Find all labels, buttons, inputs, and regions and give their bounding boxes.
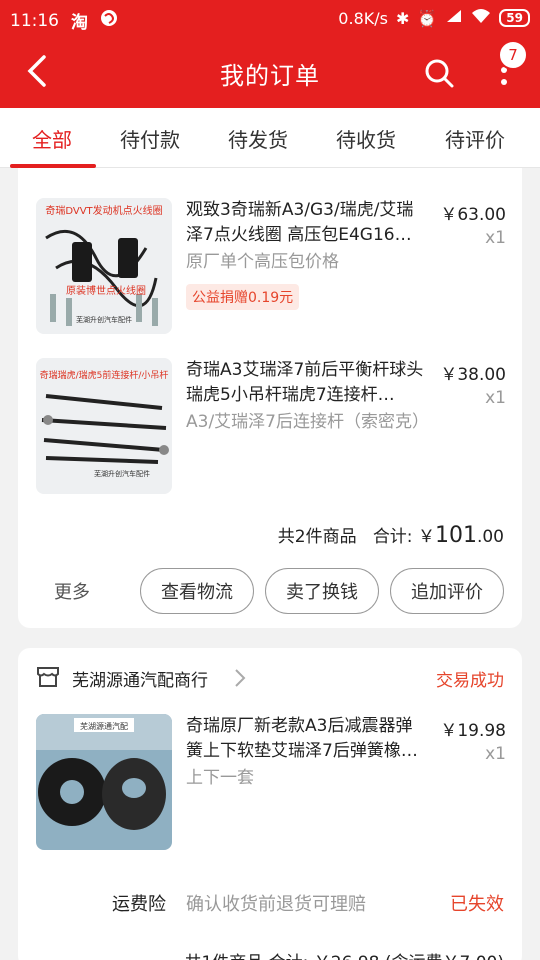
product-spec: 原厂单个高压包价格 — [186, 252, 339, 272]
more-actions-button[interactable]: 更多 — [54, 578, 90, 604]
image-caption: 芜湖源通汽配 — [80, 721, 128, 731]
total-decimal: .00 — [476, 527, 504, 547]
globe-icon — [100, 9, 118, 32]
product-name[interactable]: 奇瑞原厂新老款A3后减震器弹簧上下软垫艾瑞泽7后弹簧橡… — [186, 714, 426, 764]
shop-name[interactable]: 芜湖源通汽配商行 — [72, 666, 208, 691]
chevron-right-icon — [234, 668, 246, 688]
battery-indicator: 59 — [499, 9, 530, 27]
order-card[interactable]: 奇瑞DVVT发动机点火线圈 原装博世点火线圈 芜湖升创汽车配件 观致3奇瑞新A3… — [18, 168, 522, 628]
signal-icon — [445, 8, 463, 28]
product-image[interactable]: 奇瑞DVVT发动机点火线圈 原装博世点火线圈 芜湖升创汽车配件 — [36, 198, 172, 334]
shipping-insurance-desc: 确认收货前退货可理赔 — [186, 894, 366, 915]
product-spec: A3/艾瑞泽7后连接杆（索密克） — [186, 412, 429, 432]
order-tabs: 全部 待付款 待发货 待收货 待评价 — [0, 108, 540, 168]
product-price: ￥38.00 — [440, 365, 506, 385]
shop-icon — [36, 666, 60, 688]
tab-all[interactable]: 全部 — [32, 124, 72, 153]
search-icon[interactable] — [424, 58, 454, 88]
alarm-icon: ⏰ — [417, 8, 438, 28]
product-quantity: x1 — [485, 388, 506, 408]
status-bar: 11:16 淘 0.8K/s ✱ ⏰ 59 — [0, 0, 540, 36]
product-spec: 上下一套 — [186, 768, 254, 788]
image-caption: 芜湖升创汽车配件 — [94, 469, 150, 478]
order-summary: 共1件商品 合计: ￥26.98 (含运费￥7.00) — [184, 948, 504, 960]
tab-pending-review[interactable]: 待评价 — [445, 124, 505, 153]
resell-button[interactable]: 卖了换钱 — [265, 568, 379, 614]
item-count: 共2件商品 — [277, 527, 357, 547]
shipping-insurance-label: 运费险 — [112, 894, 166, 915]
message-badge: 7 — [498, 40, 528, 70]
image-caption: 原装博世点火线圈 — [66, 284, 146, 297]
product-quantity: x1 — [485, 744, 506, 764]
order-status: 交易成功 — [436, 671, 504, 691]
order-card[interactable]: 芜湖源通汽配商行 交易成功 芜湖源通汽配 奇瑞原厂新老款A3后减震器弹簧上下软垫… — [18, 648, 522, 960]
shop-header[interactable]: 芜湖源通汽配商行 交易成功 — [18, 648, 522, 706]
product-price: ￥19.98 — [440, 721, 506, 741]
product-image[interactable]: 奇瑞瑞虎/瑞虎5前连接杆/小吊杆 芜湖升创汽车配件 — [36, 358, 172, 494]
product-name[interactable]: 奇瑞A3艾瑞泽7前后平衡杆球头瑞虎5小吊杆瑞虎7连接杆… — [186, 358, 426, 408]
tab-pending-shipment[interactable]: 待发货 — [228, 124, 288, 153]
total-label: 合计: — [372, 527, 413, 547]
view-logistics-button[interactable]: 查看物流 — [140, 568, 254, 614]
product-name[interactable]: 观致3奇瑞新A3/G3/瑞虎/艾瑞泽7点火线圈 高压包E4G16… — [186, 198, 426, 248]
nav-bar: 我的订单 7 — [0, 36, 540, 108]
bluetooth-icon: ✱ — [395, 8, 410, 28]
image-caption: 奇瑞瑞虎/瑞虎5前连接杆/小吊杆 — [40, 369, 169, 381]
additional-review-button[interactable]: 追加评价 — [390, 568, 504, 614]
image-caption: 奇瑞DVVT发动机点火线圈 — [45, 204, 162, 217]
app-header: 11:16 淘 0.8K/s ✱ ⏰ 59 我的订单 7 — [0, 0, 540, 108]
total-amount: 101 — [434, 523, 477, 548]
taobao-icon: 淘 — [71, 13, 88, 33]
shipping-insurance-status: 已失效 — [450, 894, 504, 915]
tab-pending-payment[interactable]: 待付款 — [120, 124, 180, 153]
image-caption: 芜湖升创汽车配件 — [76, 315, 132, 324]
tab-pending-receipt[interactable]: 待收货 — [336, 124, 396, 153]
product-quantity: x1 — [485, 228, 506, 248]
status-time: 11:16 — [10, 10, 59, 31]
product-price: ￥63.00 — [440, 205, 506, 225]
wifi-icon — [471, 8, 491, 28]
charity-tag: 公益捐赠0.19元 — [186, 284, 300, 310]
page-title: 我的订单 — [220, 62, 320, 90]
order-summary: 共2件商品 合计: ￥101.00 — [278, 522, 504, 548]
network-speed: 0.8K/s — [338, 8, 388, 28]
product-image[interactable]: 芜湖源通汽配 — [36, 714, 172, 850]
total-currency: ￥ — [417, 527, 435, 547]
